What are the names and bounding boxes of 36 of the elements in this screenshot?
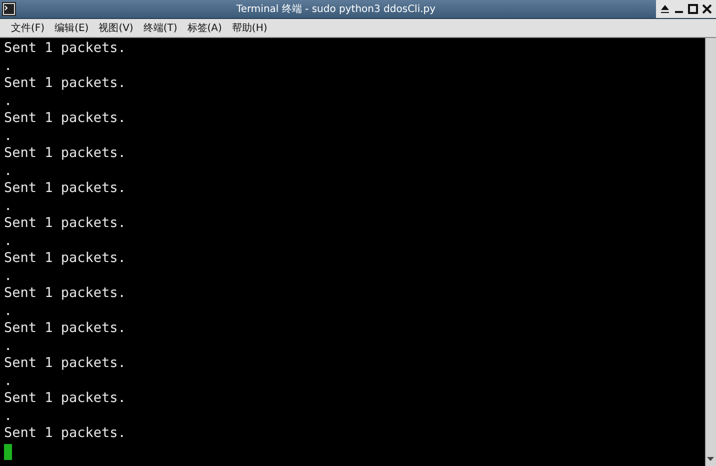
output-line: .: [4, 232, 14, 250]
output-line: Sent 1 packets.: [4, 425, 127, 442]
menu-item[interactable]: 文件(F): [6, 21, 50, 35]
output-line: Sent 1 packets.: [4, 110, 127, 128]
output-line: Sent 1 packets.: [4, 180, 127, 198]
output-line: Sent 1 packets.: [4, 215, 127, 232]
output-line: Sent 1 packets.: [4, 145, 127, 162]
maximize-icon[interactable]: [687, 3, 699, 15]
menu-item[interactable]: 帮助(H): [226, 21, 272, 35]
output-line: Sent 1 packets.: [4, 40, 127, 58]
output-line: .: [4, 372, 14, 390]
output-line: .: [4, 162, 14, 180]
terminal-icon: [2, 2, 16, 16]
text-cursor: [4, 444, 12, 460]
output-line: .: [4, 302, 14, 320]
output-line: .: [4, 268, 14, 285]
output-line: .: [4, 408, 14, 425]
close-icon[interactable]: [701, 3, 713, 15]
menu-item[interactable]: 终端(T): [138, 21, 182, 35]
scroll-down-icon[interactable]: [706, 454, 715, 463]
menu-item[interactable]: 编辑(E): [50, 21, 94, 35]
output-line: Sent 1 packets.: [4, 320, 127, 338]
output-line: .: [4, 198, 14, 215]
output-line: .: [4, 92, 14, 110]
output-line: Sent 1 packets.: [4, 75, 127, 92]
output-line: Sent 1 packets.: [4, 285, 127, 302]
output-line: .: [4, 128, 14, 145]
menu-item[interactable]: 标签(A): [182, 21, 227, 35]
output-line: Sent 1 packets.: [4, 250, 127, 268]
output-line: .: [4, 58, 14, 75]
output-line: Sent 1 packets.: [4, 390, 127, 408]
shade-icon[interactable]: [659, 3, 671, 15]
output-line: Sent 1 packets.: [4, 355, 127, 372]
output-line: .: [4, 338, 14, 355]
window-title: Terminal 终端 - sudo python3 ddosCli.py: [235, 2, 437, 16]
menu-item[interactable]: 视图(V): [94, 21, 138, 35]
